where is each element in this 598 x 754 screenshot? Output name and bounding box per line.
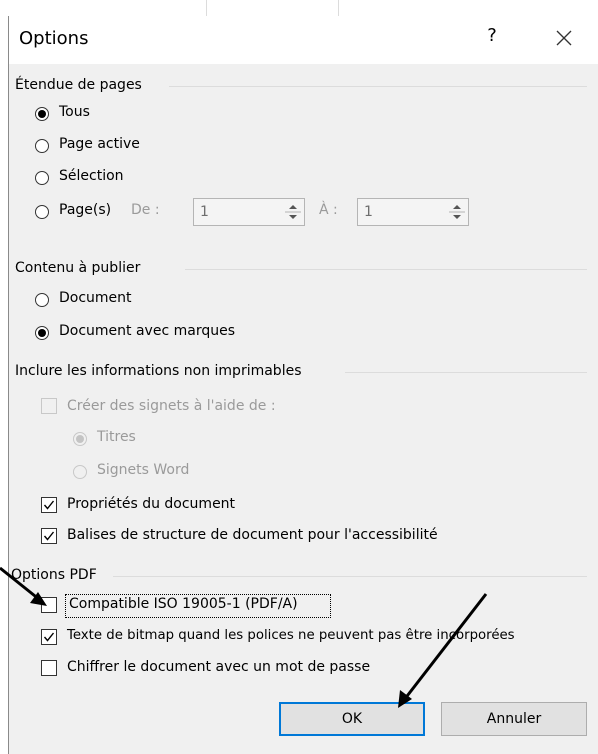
- radio-selection[interactable]: [35, 171, 49, 185]
- dialog-titlebar: Options ?: [9, 16, 598, 64]
- help-button[interactable]: ?: [479, 25, 505, 46]
- iso-compliance-checkbox[interactable]: [41, 597, 57, 613]
- background-divider: [206, 0, 207, 16]
- radio-word-bookmarks[interactable]: [73, 465, 87, 479]
- to-page-value: 1: [364, 204, 373, 220]
- encrypt-label[interactable]: Chiffrer le document avec un mot de pass…: [67, 659, 370, 675]
- radio-page-range[interactable]: [35, 205, 49, 219]
- encrypt-checkbox[interactable]: [41, 660, 57, 676]
- radio-current-page-label[interactable]: Page active: [59, 136, 140, 152]
- from-label: De :: [131, 202, 160, 218]
- radio-document-markup[interactable]: [35, 326, 49, 340]
- radio-current-page[interactable]: [35, 139, 49, 153]
- create-bookmarks-checkbox[interactable]: [41, 398, 57, 414]
- cancel-button[interactable]: Annuler: [441, 702, 587, 736]
- iso-compliance-label[interactable]: Compatible ISO 19005-1 (PDF/A): [69, 596, 298, 612]
- options-dialog: Options ? Étendue de pages Tous Page act…: [8, 16, 598, 754]
- pdf-options-group-label: Options PDF: [11, 567, 97, 583]
- to-label: À :: [319, 202, 338, 218]
- bitmap-text-checkbox[interactable]: [41, 629, 57, 645]
- checkmark-icon: [43, 632, 55, 642]
- structure-tags-checkbox[interactable]: [41, 528, 57, 544]
- document-properties-checkbox[interactable]: [41, 497, 57, 513]
- radio-page-range-label[interactable]: Page(s): [59, 202, 111, 218]
- radio-all-pages[interactable]: [35, 107, 49, 121]
- from-page-value: 1: [200, 204, 209, 220]
- radio-document-markup-label[interactable]: Document avec marques: [59, 323, 235, 339]
- from-page-spinner[interactable]: 1: [193, 198, 305, 226]
- spin-arrows-icon[interactable]: [284, 201, 302, 223]
- structure-tags-label[interactable]: Balises de structure de document pour l'…: [67, 527, 438, 543]
- radio-word-bookmarks-label: Signets Word: [97, 462, 190, 478]
- non-printable-group-label: Inclure les informations non imprimables: [15, 363, 302, 379]
- to-page-spinner[interactable]: 1: [357, 198, 469, 226]
- group-divider: [345, 372, 587, 373]
- radio-selection-label[interactable]: Sélection: [59, 168, 124, 184]
- dialog-title: Options: [19, 28, 89, 49]
- group-divider: [113, 576, 587, 577]
- radio-document-label[interactable]: Document: [59, 290, 132, 306]
- background-window-strip: [0, 0, 598, 16]
- spin-arrows-icon[interactable]: [448, 201, 466, 223]
- close-icon: [556, 30, 572, 46]
- radio-headings-label: Titres: [97, 429, 136, 445]
- checkmark-icon: [43, 531, 55, 541]
- background-divider: [338, 0, 339, 16]
- bitmap-text-label[interactable]: Texte de bitmap quand les polices ne peu…: [67, 628, 515, 643]
- page-range-group-label: Étendue de pages: [15, 77, 142, 93]
- close-button[interactable]: [549, 25, 579, 51]
- checkmark-icon: [43, 500, 55, 510]
- radio-headings[interactable]: [73, 432, 87, 446]
- create-bookmarks-label: Créer des signets à l'aide de :: [67, 398, 276, 414]
- document-properties-label[interactable]: Propriétés du document: [67, 496, 235, 512]
- group-divider: [169, 86, 587, 87]
- radio-document[interactable]: [35, 293, 49, 307]
- content-group-label: Contenu à publier: [15, 260, 141, 276]
- radio-all-pages-label[interactable]: Tous: [59, 104, 90, 120]
- ok-button[interactable]: OK: [279, 702, 425, 736]
- group-divider: [185, 269, 587, 270]
